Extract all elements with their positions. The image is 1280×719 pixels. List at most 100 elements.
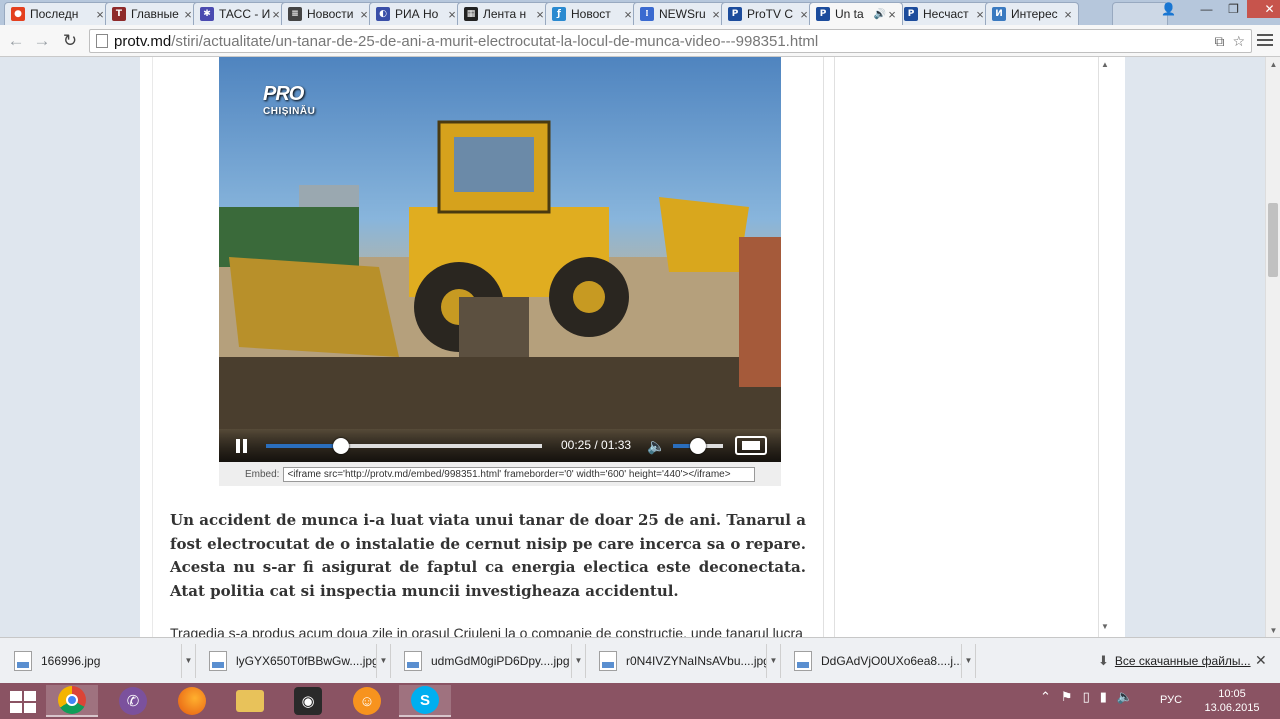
restore-icon[interactable]: ❐ [1220,0,1247,18]
firefox-icon [178,687,206,715]
tab-6[interactable]: ▦ Лента н × [457,2,551,25]
camera-taskbar-button[interactable]: ◉ [282,685,334,717]
tab-title: Интерес [1011,7,1058,21]
page-scrollbar[interactable]: ▲ ▼ [1265,57,1280,637]
tab-2[interactable]: T Главные × [105,2,199,25]
user-icon[interactable]: 👤 [1155,0,1182,18]
tab-title: Последн [30,7,79,21]
tray-expand-icon[interactable]: ⌃ [1040,689,1051,705]
download-shelf: 166996.jpg ▼ lyGYX650T0fBBwGw....jpg ▼ udmGd… [0,637,1280,683]
video-player[interactable]: PRO CHIȘINĂU 00:25 / 01:33 🔈 [219,57,781,462]
i-icon: И [992,7,1006,21]
image-file-icon [209,651,227,671]
show-all-link[interactable]: Все скачанные файлы... [1115,654,1251,668]
scroll-down-icon[interactable]: ▼ [1099,619,1111,633]
chrome-taskbar-button[interactable] [46,685,98,717]
channel-logo: PRO CHIȘINĂU [263,83,315,117]
download-item[interactable]: lyGYX650T0fBBwGw....jpg ▼ [199,644,391,678]
start-button[interactable] [10,691,36,713]
system-tray: ⌃ ⚑ ▯ ▮ 🔈 [1040,689,1133,705]
tab-10[interactable]: P Un ta 🔊 × [809,2,903,25]
folder-icon [236,690,264,712]
tab-5[interactable]: ◐ РИА Но × [369,2,463,25]
pause-icon[interactable] [236,439,250,453]
download-item[interactable]: DdGAdVjO0UXo6ea8....j... ▼ [784,644,976,678]
agent-icon: ☺ [353,687,381,715]
firefox-taskbar-button[interactable] [166,685,218,717]
download-item[interactable]: udmGdM0giPD6Dpy....jpg ▼ [394,644,586,678]
url-text[interactable]: protv.md/stiri/actualitate/un-tanar-de-2… [114,33,818,50]
bookmark-star-icon[interactable]: ☆ [1232,33,1245,50]
download-menu-icon[interactable]: ▼ [766,644,780,678]
address-bar[interactable]: protv.md/stiri/actualitate/un-tanar-de-2… [89,29,1252,53]
download-filename: r0N4IVZYNaINsAVbu....jpg [626,654,766,668]
reload-icon[interactable]: ↻ [60,31,80,51]
tab-11[interactable]: P Несчаст × [897,2,991,25]
forward-icon[interactable]: → [32,31,52,51]
tab-8[interactable]: ⁞ NEWSru × [633,2,727,25]
tab-1[interactable]: ● Последн × [4,2,111,25]
flag-icon[interactable]: ⚑ [1061,689,1073,705]
odnoklassniki-taskbar-button[interactable]: ☺ [341,685,393,717]
tab-9[interactable]: P ProTV C × [721,2,815,25]
tab-title: Un ta [835,7,864,21]
tab-title: Главные [131,7,179,21]
download-filename: 166996.jpg [41,654,101,668]
url-path: /stiri/actualitate/un-tanar-de-25-de-ani… [171,32,819,50]
clock[interactable]: 10:05 13.06.2015 [1203,687,1261,715]
download-menu-icon[interactable]: ▼ [961,644,975,678]
fullscreen-icon[interactable] [735,436,767,455]
chrome-menu-icon[interactable] [1257,31,1273,49]
viber-taskbar-button[interactable]: ✆ [107,685,159,717]
volume-handle[interactable] [690,438,706,454]
download-item[interactable]: 166996.jpg ▼ [4,644,196,678]
download-filename: lyGYX650T0fBBwGw....jpg [236,654,376,668]
download-menu-icon[interactable]: ▼ [181,644,195,678]
skype-taskbar-button[interactable]: S [399,685,451,717]
lenta-icon: ▦ [464,7,478,21]
logo-city: CHIȘINĂU [263,106,316,117]
tab-12[interactable]: И Интерес × [985,2,1079,25]
sidebar-column [834,57,1099,637]
chrome-icon [58,686,86,714]
tab-7[interactable]: ƒ Новост × [545,2,639,25]
volume-slider[interactable] [673,438,723,454]
network-icon[interactable]: ▮ [1100,689,1107,705]
seek-handle[interactable] [332,438,349,454]
battery-icon[interactable]: ▯ [1083,689,1090,705]
close-tab-icon[interactable]: × [1062,7,1074,22]
explorer-taskbar-button[interactable] [224,685,276,717]
seek-bar[interactable] [266,438,542,454]
close-shelf-icon[interactable]: ✕ [1255,652,1267,669]
close-tab-icon[interactable]: × [886,7,898,22]
scroll-up-icon[interactable]: ▲ [1099,57,1111,71]
tab-title: ТАСС - И [219,7,270,21]
speaker-icon[interactable]: 🔈 [1117,689,1133,705]
download-menu-icon[interactable]: ▼ [376,644,390,678]
inner-scrollbar[interactable]: ▲ ▼ [1099,57,1111,637]
scroll-up-icon[interactable]: ▲ [1266,57,1280,71]
back-icon[interactable]: ← [6,31,26,51]
scroll-down-icon[interactable]: ▼ [1266,623,1280,637]
image-file-icon [404,651,422,671]
language-indicator[interactable]: РУС [1160,694,1182,706]
close-window-icon[interactable]: ✕ [1247,0,1280,18]
fontanka-icon: ƒ [552,7,566,21]
logo-text: PRO [263,83,304,105]
volume-icon[interactable]: 🔈 [647,437,666,455]
minimize-icon[interactable]: — [1193,0,1220,18]
protv-icon: P [728,7,742,21]
download-menu-icon[interactable]: ▼ [571,644,585,678]
tab-4[interactable]: ≡ Новости × [281,2,375,25]
page-content: PRO CHIȘINĂU 00:25 / 01:33 🔈 Embed: <ifr… [140,57,1125,637]
page-icon [96,34,108,48]
show-all-downloads[interactable]: ⬇ Все скачанные файлы... [1098,653,1251,669]
scroll-thumb[interactable] [1268,203,1278,277]
translate-icon[interactable]: ⧉ [1214,33,1224,50]
article-column: PRO CHIȘINĂU 00:25 / 01:33 🔈 Embed: <ifr… [152,57,824,637]
tab-3[interactable]: ✱ ТАСС - И × [193,2,287,25]
newsru-icon: ⁞ [640,7,654,21]
embed-label: Embed: [245,468,280,480]
embed-code-field[interactable]: <iframe src='http://protv.md/embed/99835… [283,466,756,482]
download-item[interactable]: r0N4IVZYNaINsAVbu....jpg ▼ [589,644,781,678]
